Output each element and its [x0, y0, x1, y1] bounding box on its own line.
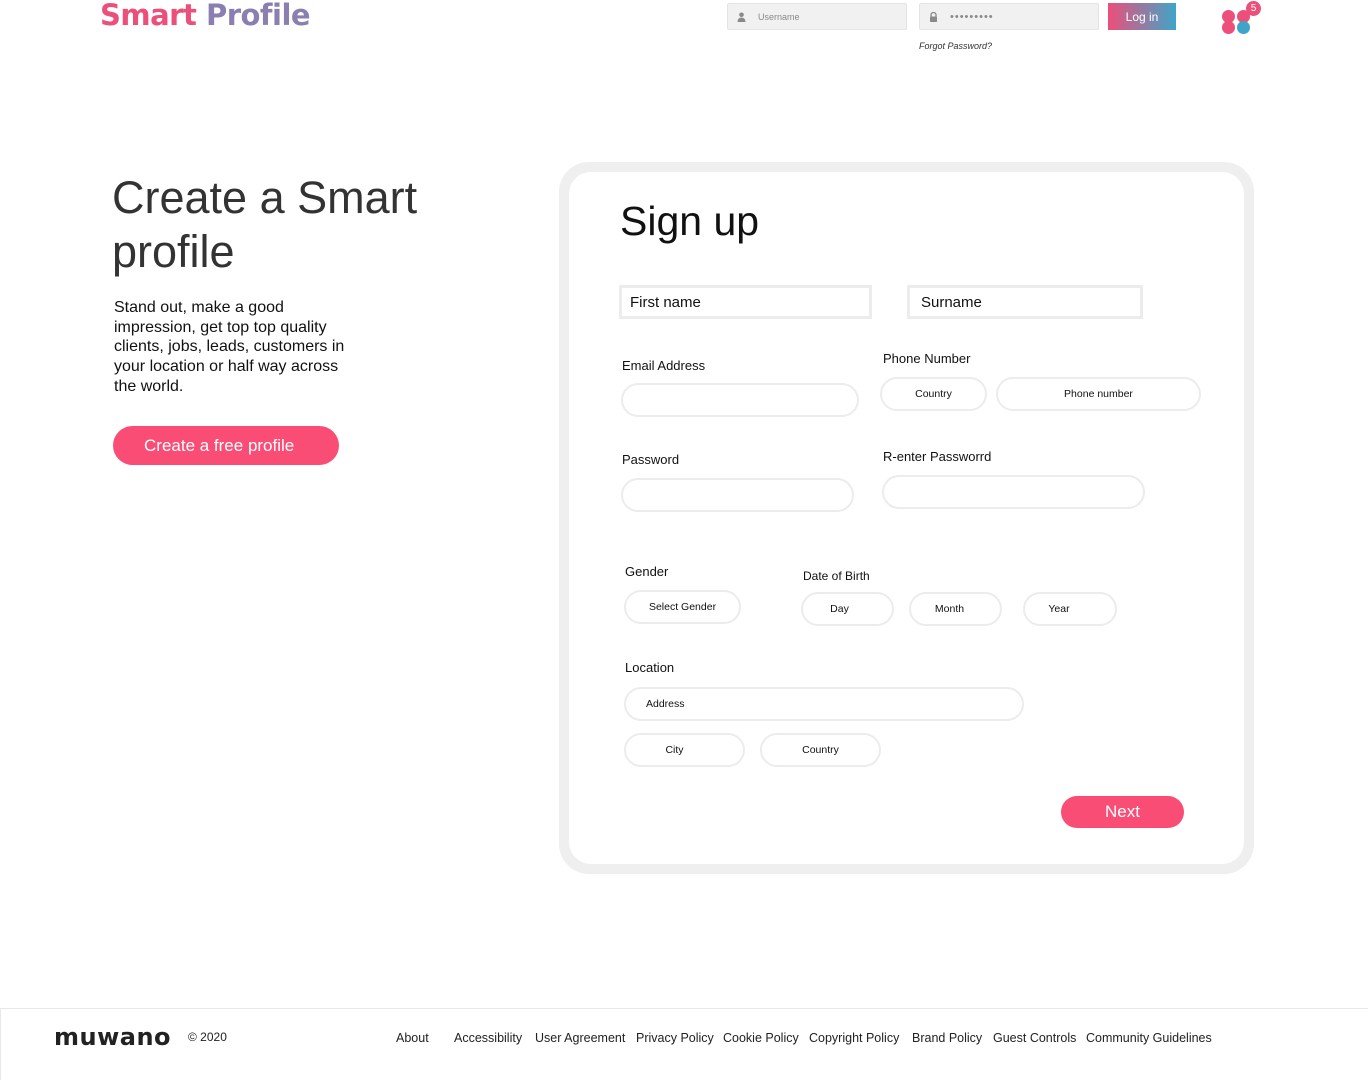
dob-day-select[interactable]: Day — [801, 592, 894, 626]
apps-dot — [1237, 21, 1250, 34]
user-icon — [736, 12, 746, 22]
footer-link-brand-policy[interactable]: Brand Policy — [912, 1031, 982, 1045]
forgot-password-link[interactable]: Forgot Password? — [919, 41, 992, 51]
reenter-password-label: R-enter Passworrd — [883, 449, 992, 464]
footer-link-community-guidelines[interactable]: Community Guidelines — [1086, 1031, 1212, 1045]
phone-label: Phone Number — [883, 351, 971, 366]
dob-year-select[interactable]: Year — [1023, 592, 1117, 626]
hero-description: Stand out, make a good impression, get t… — [114, 299, 345, 395]
address-input[interactable]: Address — [624, 687, 1024, 721]
footer-link-privacy-policy[interactable]: Privacy Policy — [636, 1031, 714, 1045]
password-label: Password — [622, 452, 680, 467]
location-label: Location — [625, 660, 675, 675]
city-input[interactable]: City — [624, 733, 745, 767]
gender-label: Gender — [625, 564, 669, 579]
country-select[interactable]: Country — [760, 733, 881, 767]
reenter-password-field[interactable] — [882, 475, 1145, 509]
dob-month-select[interactable]: Month — [909, 592, 1002, 626]
signup-card — [559, 162, 1254, 874]
footer-link-copyright-policy[interactable]: Copyright Policy — [809, 1031, 899, 1045]
first-name-input[interactable]: First name — [619, 285, 872, 319]
hero-title: Create a Smart profile — [112, 172, 418, 277]
footer-link-guest-controls[interactable]: Guest Controls — [993, 1031, 1076, 1045]
surname-input[interactable]: Surname — [907, 285, 1143, 319]
login-button[interactable]: Log in — [1108, 3, 1176, 30]
footer-link-about[interactable]: About — [396, 1031, 429, 1045]
password-masked-value: ••••••••• — [950, 10, 994, 23]
apps-icon[interactable]: 5 — [1220, 1, 1261, 36]
signup-title: Sign up — [620, 198, 760, 244]
username-input[interactable]: Username — [727, 3, 907, 30]
footer-link-accessibility[interactable]: Accessibility — [454, 1031, 522, 1045]
username-placeholder: Username — [758, 11, 800, 22]
logo-word-profile: Profile — [205, 0, 311, 32]
dob-label: Date of Birth — [803, 569, 870, 583]
gender-select[interactable]: Select Gender — [624, 590, 741, 624]
smart-profile-logo[interactable]: Smart Profile — [100, 0, 311, 32]
password-field[interactable] — [621, 478, 854, 512]
lock-icon — [928, 11, 938, 22]
apps-dot — [1222, 21, 1235, 34]
phone-number-input[interactable]: Phone number — [996, 377, 1201, 411]
create-free-profile-button[interactable]: Create a free profile — [113, 426, 339, 465]
next-button[interactable]: Next — [1061, 796, 1184, 828]
phone-country-select[interactable]: Country — [880, 377, 987, 411]
logo-word-smart: Smart — [100, 0, 197, 32]
footer-link-user-agreement[interactable]: User Agreement — [535, 1031, 625, 1045]
footer-link-cookie-policy[interactable]: Cookie Policy — [723, 1031, 799, 1045]
password-input[interactable]: ••••••••• — [919, 3, 1099, 30]
footer-copyright: © 2020 — [188, 1030, 227, 1044]
email-input[interactable] — [621, 383, 859, 417]
notification-badge: 5 — [1246, 1, 1261, 16]
footer-brand-logo[interactable]: muwano — [54, 1023, 171, 1051]
email-label: Email Address — [622, 358, 706, 373]
